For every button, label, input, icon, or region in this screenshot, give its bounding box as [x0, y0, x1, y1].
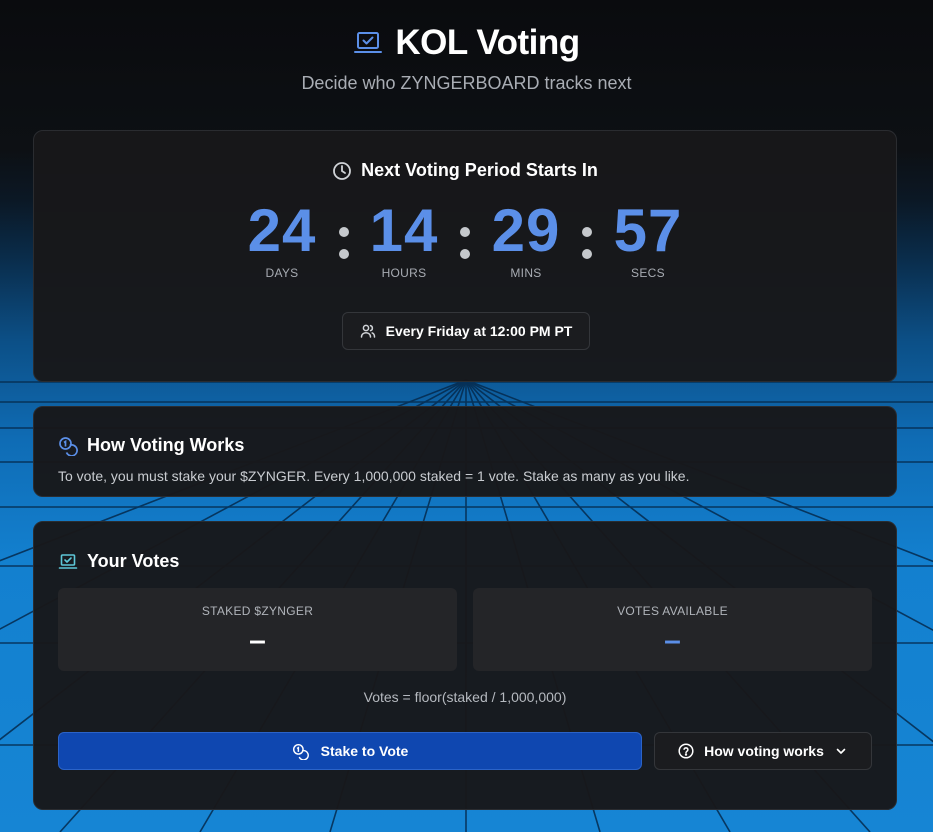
users-icon — [360, 323, 376, 339]
countdown-hours-value: 14 — [369, 197, 439, 264]
how-voting-heading-text: How Voting Works — [87, 435, 245, 455]
clock-icon — [332, 161, 352, 181]
schedule-badge: Every Friday at 12:00 PM PT — [342, 312, 590, 350]
laptop-check-icon — [58, 553, 78, 571]
schedule-text: Every Friday at 12:00 PM PT — [385, 323, 573, 339]
countdown-secs-value: 57 — [613, 197, 683, 264]
your-votes-heading: Your Votes — [58, 551, 179, 572]
how-voting-heading: How Voting Works — [58, 435, 244, 456]
countdown-secs-label: SECS — [631, 266, 665, 280]
countdown-hours: 14 HOURS — [344, 197, 464, 281]
countdown-mins: 29 MINS — [466, 197, 586, 281]
staked-stat: STAKED $ZYNGER – — [58, 588, 457, 671]
countdown-timer: 24 DAYS 14 HOURS 29 MINS 57 SECS — [34, 199, 896, 283]
votes-available-label: VOTES AVAILABLE — [617, 604, 728, 618]
votes-available-stat: VOTES AVAILABLE – — [473, 588, 872, 671]
countdown-heading: Next Voting Period Starts In — [34, 160, 896, 181]
your-votes-card: Your Votes STAKED $ZYNGER – VOTES AVAILA… — [33, 521, 897, 810]
how-voting-works-button[interactable]: How voting works — [654, 732, 872, 770]
countdown-secs: 57 SECS — [588, 197, 708, 281]
laptop-check-icon — [353, 30, 383, 56]
help-circle-icon — [678, 743, 694, 759]
how-voting-description: To vote, you must stake your $ZYNGER. Ev… — [58, 468, 690, 484]
countdown-mins-label: MINS — [510, 266, 542, 280]
stake-to-vote-label: Stake to Vote — [320, 743, 409, 759]
how-voting-works-label: How voting works — [704, 743, 824, 759]
countdown-card: Next Voting Period Starts In 24 DAYS 14 … — [33, 130, 897, 382]
staked-value: – — [249, 624, 266, 657]
page-title: KOL Voting — [395, 23, 580, 62]
votes-formula: Votes = floor(staked / 1,000,000) — [363, 689, 567, 705]
staked-label: STAKED $ZYNGER — [201, 604, 314, 618]
page-subtitle: Decide who ZYNGERBOARD tracks next — [301, 73, 632, 93]
countdown-days-label: DAYS — [265, 266, 299, 280]
countdown-days: 24 DAYS — [222, 197, 342, 281]
coins-icon — [292, 743, 309, 760]
chevron-down-icon — [834, 744, 848, 758]
countdown-heading-text: Next Voting Period Starts In — [361, 160, 598, 180]
your-votes-heading-text: Your Votes — [87, 551, 180, 571]
stake-to-vote-button[interactable]: Stake to Vote — [58, 732, 642, 770]
countdown-hours-label: HOURS — [381, 266, 427, 280]
votes-available-value: – — [664, 624, 681, 657]
page-header: KOL Voting Decide who ZYNGERBOARD tracks… — [0, 22, 933, 94]
coins-icon — [58, 436, 78, 456]
countdown-days-value: 24 — [247, 197, 317, 264]
how-voting-card: How Voting Works To vote, you must stake… — [33, 406, 897, 497]
countdown-mins-value: 29 — [491, 197, 561, 264]
